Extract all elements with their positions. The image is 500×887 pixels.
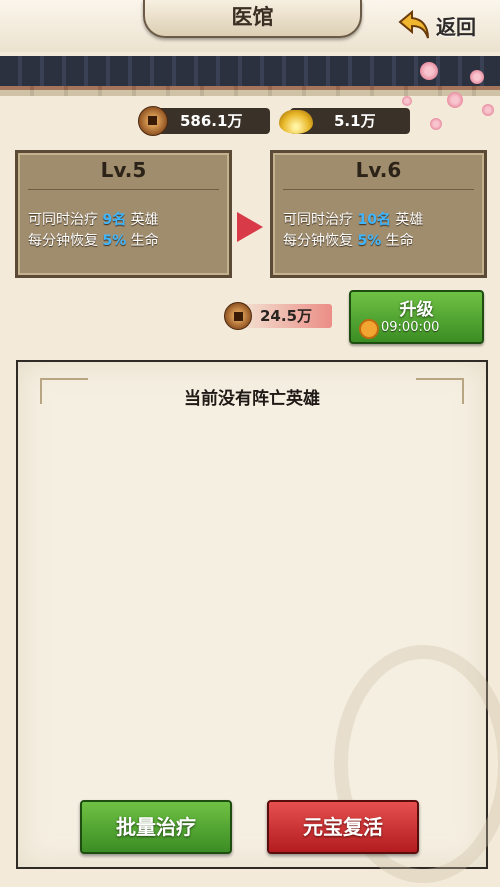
recovery-rate-label: 每分钟恢复 <box>283 233 358 249</box>
heal-capacity-label: 可同时治疗 <box>283 212 358 228</box>
page-title: 医馆 <box>143 0 362 38</box>
copper-coin-icon <box>138 106 168 136</box>
heal-capacity-line: 可同时治疗 10名 英雄 <box>283 209 423 229</box>
recovery-rate-label: 每分钟恢复 <box>28 233 103 249</box>
gold-ingot-icon <box>279 110 313 134</box>
heal-capacity-line: 可同时治疗 9名 英雄 <box>28 209 159 229</box>
heal-capacity-value: 9名 <box>102 212 127 228</box>
heal-capacity-unit: 英雄 <box>390 212 424 228</box>
next-level-label: Lv.6 <box>355 158 402 182</box>
arrow-right-icon <box>237 212 263 242</box>
heal-capacity-label: 可同时治疗 <box>28 212 103 228</box>
next-level-card: Lv.6 可同时治疗 10名 英雄 每分钟恢复 5% 生命 <box>270 150 487 278</box>
current-level-card: Lv.5 可同时治疗 9名 英雄 每分钟恢复 5% 生命 <box>15 150 232 278</box>
current-level-label: Lv.5 <box>100 158 147 182</box>
heal-capacity-unit: 英雄 <box>126 212 159 228</box>
roof-trim <box>0 86 500 96</box>
card-divider <box>28 189 219 190</box>
recovery-rate-line: 每分钟恢复 5% 生命 <box>283 230 414 250</box>
recovery-rate-unit: 生命 <box>126 233 159 249</box>
clock-icon <box>359 319 379 339</box>
recovery-rate-value: 5% <box>102 233 127 249</box>
empty-message: 当前没有阵亡英雄 <box>184 389 320 409</box>
upgrade-button[interactable]: 升级 09:00:00 <box>349 290 484 344</box>
ingot-amount: 5.1万 <box>334 112 376 130</box>
copper-coin-icon <box>224 302 252 330</box>
recovery-rate-unit: 生命 <box>381 233 414 249</box>
upgrade-time: 09:00:00 <box>381 320 440 335</box>
batch-heal-button[interactable]: 批量治疗 <box>80 800 232 854</box>
heal-capacity-value: 10名 <box>357 212 391 228</box>
back-button[interactable]: 返回 <box>398 6 486 44</box>
ingot-revive-button[interactable]: 元宝复活 <box>267 800 419 854</box>
upgrade-cost-value: 24.5万 <box>260 307 313 325</box>
recovery-rate-value: 5% <box>357 233 382 249</box>
recovery-rate-line: 每分钟恢复 5% 生命 <box>28 230 159 250</box>
fallen-heroes-panel: 当前没有阵亡英雄 <box>16 360 500 883</box>
back-label: 返回 <box>436 14 476 39</box>
copper-counter: 586.1万 <box>150 108 270 134</box>
back-arrow-icon <box>398 9 429 39</box>
card-divider <box>283 189 474 190</box>
upgrade-label: 升级 <box>399 300 434 320</box>
top-bar: 医馆 返回 <box>0 0 500 52</box>
copper-amount: 586.1万 <box>180 112 243 130</box>
